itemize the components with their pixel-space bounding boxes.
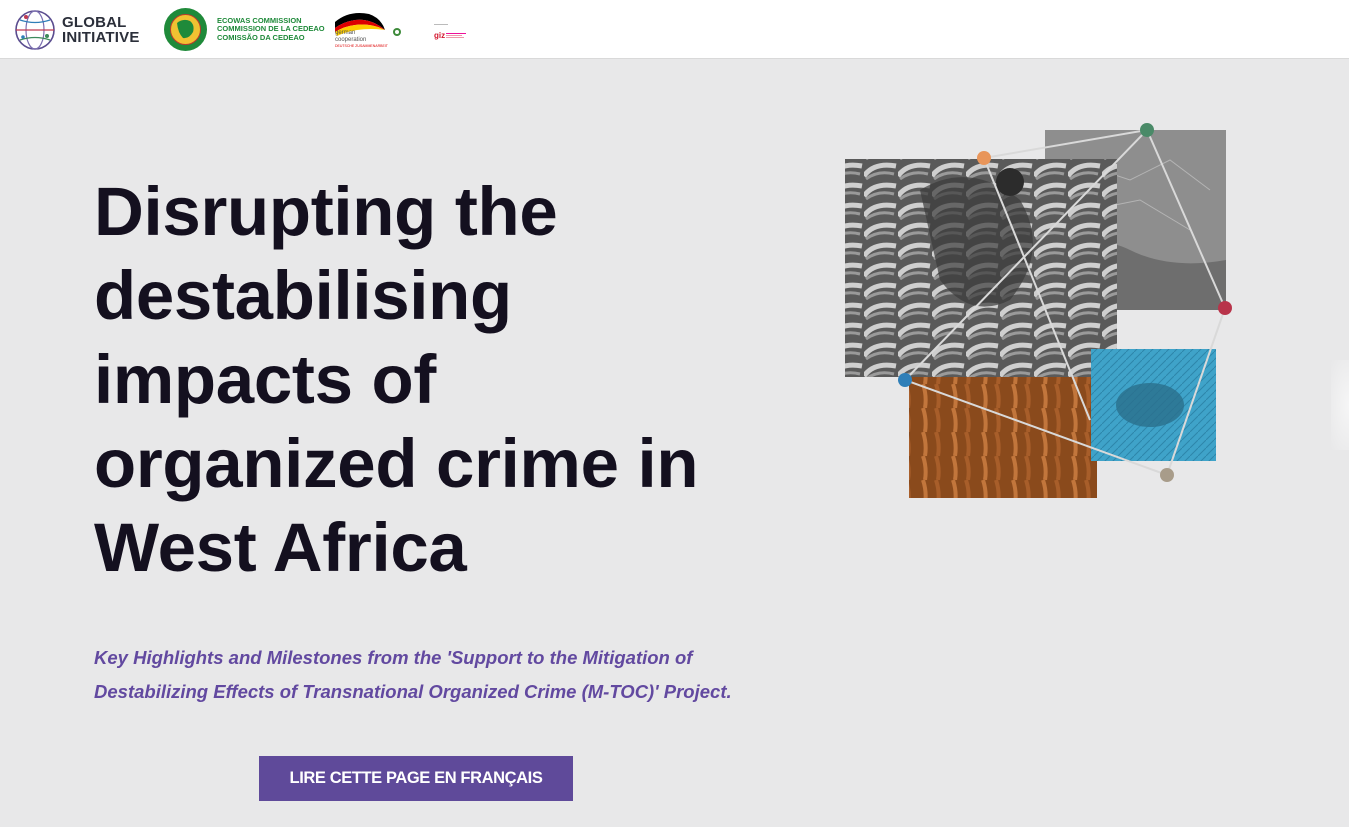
ecowas-seal-icon <box>164 8 207 51</box>
network-node <box>977 151 991 165</box>
gc-line3: DEUTSCHE ZUSAMMENARBEIT <box>335 44 388 48</box>
page-subtitle: Key Highlights and Milestones from the '… <box>94 647 732 702</box>
network-node <box>898 373 912 387</box>
side-fade <box>1331 360 1349 450</box>
network-node <box>1218 301 1232 315</box>
page-title: Disrupting the destabilising impacts of … <box>94 173 699 586</box>
global-initiative-logo[interactable]: GLOBAL INITIATIVE <box>14 0 140 59</box>
global-initiative-wordmark: GLOBAL INITIATIVE <box>62 15 140 45</box>
globe-icon <box>15 9 55 50</box>
gi-line2: INITIATIVE <box>62 28 140 46</box>
ecowas-logo[interactable]: ECOWAS COMMISSION COMMISSION DE LA CEDEA… <box>163 0 325 59</box>
network-node <box>1140 123 1154 137</box>
german-cooperation-wordmark: german cooperation DEUTSCHE ZUSAMMENARBE… <box>335 30 405 50</box>
network-node <box>1160 468 1174 482</box>
hero-collage <box>845 123 1232 498</box>
giz-wordmark: giz <box>434 31 446 40</box>
giz-logo[interactable]: giz <box>433 0 473 59</box>
giz-tagline <box>446 32 470 39</box>
hands-photo <box>909 377 1097 498</box>
read-in-french-button[interactable]: LIRE CETTE PAGE EN FRANÇAIS <box>259 756 573 801</box>
ecowas-line3: COMISSÃO DA CEDEAO <box>217 32 305 42</box>
gi-line1: GLOBAL <box>62 13 127 31</box>
german-cooperation-logo[interactable]: german cooperation DEUTSCHE ZUSAMMENARBE… <box>333 0 405 59</box>
ecowas-wordmark: ECOWAS COMMISSION COMMISSION DE LA CEDEA… <box>217 16 325 43</box>
giz-small-print <box>434 24 454 27</box>
site-header: GLOBAL INITIATIVE ECOWAS COMMISSION COMM… <box>0 0 1349 59</box>
